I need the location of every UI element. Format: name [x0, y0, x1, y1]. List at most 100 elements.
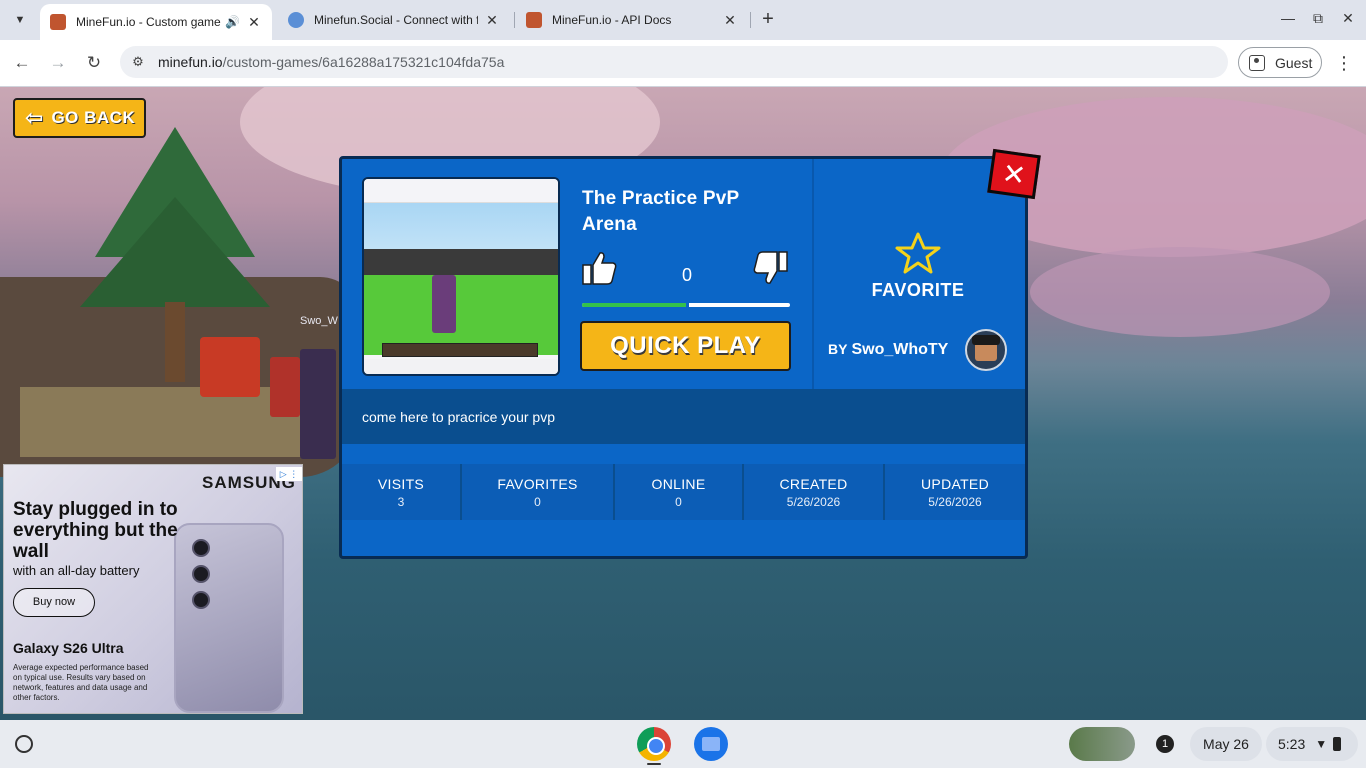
advertisement[interactable]: SAMSUNG ▷ ⋮ Stay plugged in to everythin… — [3, 464, 303, 714]
game-details-modal: The Practice PvP Arena 0 QUICK PLAY FAVO… — [339, 148, 1041, 559]
tree — [80, 197, 270, 307]
minefun-favicon-icon — [526, 12, 542, 28]
stat-label: CREATED — [779, 475, 848, 492]
browser-toolbar: ← → ↻ ⚙ minefun.io/custom-games/6a16288a… — [0, 40, 1366, 87]
profile-label: Guest — [1275, 54, 1313, 71]
stat-favorites: FAVORITES 0 — [462, 464, 615, 520]
social-favicon-icon — [288, 12, 304, 28]
speaker-icon[interactable]: 🔊 — [225, 15, 240, 29]
tab-separator — [750, 12, 751, 28]
thumbnail-taskbar — [364, 359, 558, 374]
favorite-button[interactable]: FAVORITE — [818, 280, 1018, 301]
tab-minefun-api-docs[interactable]: MineFun.io - API Docs ✕ — [516, 4, 748, 36]
go-back-button[interactable]: ⇦ GO BACK — [13, 98, 146, 138]
stat-label: FAVORITES — [497, 475, 578, 492]
stat-updated: UPDATED 5/26/2026 — [885, 464, 1025, 520]
close-window-button[interactable]: ✕ — [1338, 8, 1358, 28]
close-icon: ✕ — [1342, 10, 1354, 26]
player-character — [200, 337, 260, 397]
forward-button[interactable]: → — [45, 50, 71, 76]
camera-lens — [192, 539, 210, 557]
profile-button[interactable]: Guest — [1238, 47, 1322, 78]
thumbs-up-icon[interactable] — [580, 250, 618, 286]
thumbs-down-icon[interactable] — [752, 250, 790, 286]
tab-minefun-custom-game[interactable]: MineFun.io - Custom game 🔊 ✕ — [40, 4, 272, 40]
stat-label: UPDATED — [921, 475, 989, 492]
chrome-app-icon[interactable] — [637, 727, 671, 761]
close-tab-icon[interactable]: ✕ — [246, 14, 262, 30]
game-title: The Practice PvP Arena — [582, 188, 740, 235]
running-indicator — [647, 763, 661, 765]
thumbnail-window-bar — [364, 179, 558, 203]
cloud — [1030, 247, 1330, 337]
restore-button[interactable]: ⧉ — [1308, 8, 1328, 28]
author-avatar[interactable] — [965, 329, 1007, 371]
os-shelf: 1 May 26 5:23 ▼ — [0, 720, 1366, 768]
close-modal-button[interactable]: ✕ — [987, 148, 1041, 200]
game-thumbnail — [362, 177, 560, 376]
ad-buy-now-button[interactable]: Buy now — [13, 588, 95, 617]
modal-header: The Practice PvP Arena 0 QUICK PLAY FAVO… — [342, 159, 1025, 389]
url-text[interactable]: minefun.io/custom-games/6a16288a175321c1… — [158, 54, 504, 70]
star-icon[interactable] — [895, 231, 941, 275]
thumbnail-character — [432, 275, 456, 333]
modal-divider — [812, 159, 814, 389]
url-path: /custom-games/6a16288a175321c104fda75a — [222, 54, 505, 70]
tab-separator — [514, 12, 515, 28]
close-tab-icon[interactable]: ✕ — [484, 12, 500, 28]
restore-icon: ⧉ — [1313, 10, 1323, 26]
tab-search-button[interactable]: ▼ — [8, 8, 32, 32]
new-tab-button[interactable]: + — [758, 8, 778, 32]
reload-button[interactable]: ↻ — [81, 50, 107, 76]
go-back-label: GO BACK — [51, 108, 136, 127]
site-info-icon[interactable]: ⚙ — [126, 54, 150, 70]
game-description: come here to pracrice your pvp — [362, 409, 555, 425]
avatar-hat — [972, 335, 1000, 345]
tree-trunk — [165, 302, 185, 382]
clock: 5:23 — [1278, 736, 1306, 752]
close-tab-icon[interactable]: ✕ — [722, 12, 738, 28]
back-button[interactable]: ← — [9, 50, 35, 76]
launcher-button[interactable] — [15, 735, 33, 753]
wifi-icon: ▼ — [1315, 737, 1328, 751]
tab-minefun-social[interactable]: Minefun.Social - Connect with f ✕ — [278, 4, 510, 36]
plus-icon: + — [762, 8, 774, 30]
quick-play-button[interactable]: QUICK PLAY — [580, 321, 791, 371]
thumbnail-wall — [364, 249, 558, 275]
stat-value: 5/26/2026 — [928, 494, 982, 509]
stat-label: ONLINE — [651, 475, 706, 492]
holding-space-thumbnail[interactable] — [1069, 727, 1135, 761]
player-character — [300, 349, 336, 459]
ad-model: Galaxy S26 Ultra — [13, 640, 124, 656]
browser-menu-button[interactable]: ⋮ — [1334, 52, 1354, 74]
thumbnail-hotbar — [382, 343, 538, 357]
notification-badge[interactable]: 1 — [1156, 735, 1174, 753]
arrow-right-icon: → — [49, 53, 67, 72]
close-icon: ✕ — [1000, 157, 1028, 191]
files-app-icon[interactable] — [694, 727, 728, 761]
stat-visits: VISITS 3 — [342, 464, 462, 520]
tab-title: Minefun.Social - Connect with f — [314, 13, 478, 27]
folder-icon — [702, 737, 720, 751]
status-tray[interactable]: 5:23 ▼ — [1266, 727, 1358, 761]
url-host: minefun.io — [158, 54, 223, 70]
ad-headline: Stay plugged in to everything but the wa… — [13, 499, 178, 562]
player-character — [270, 357, 300, 417]
minimize-button[interactable]: — — [1278, 8, 1298, 28]
by-label: BY — [828, 341, 848, 357]
tab-strip: ▼ MineFun.io - Custom game 🔊 ✕ Minefun.S… — [0, 0, 1366, 40]
chevron-down-icon: ▼ — [14, 14, 26, 26]
date-tray[interactable]: May 26 — [1190, 727, 1262, 761]
game-viewport: Swo_W ⇦ GO BACK The Practice PvP Arena 0 — [0, 87, 1366, 720]
stat-value: 3 — [397, 494, 405, 509]
minefun-favicon-icon — [50, 14, 66, 30]
stat-value: 5/26/2026 — [786, 494, 841, 509]
reload-icon: ↻ — [86, 53, 102, 72]
address-bar[interactable]: ⚙ minefun.io/custom-games/6a16288a175321… — [120, 46, 1228, 78]
phone-image — [174, 523, 284, 713]
ad-choices-icon[interactable]: ▷ ⋮ — [276, 467, 302, 481]
battery-icon — [1333, 737, 1342, 751]
minimize-icon: — — [1281, 10, 1295, 26]
author-name[interactable]: Swo_WhoTY — [851, 341, 948, 358]
stat-value: 0 — [534, 494, 541, 509]
